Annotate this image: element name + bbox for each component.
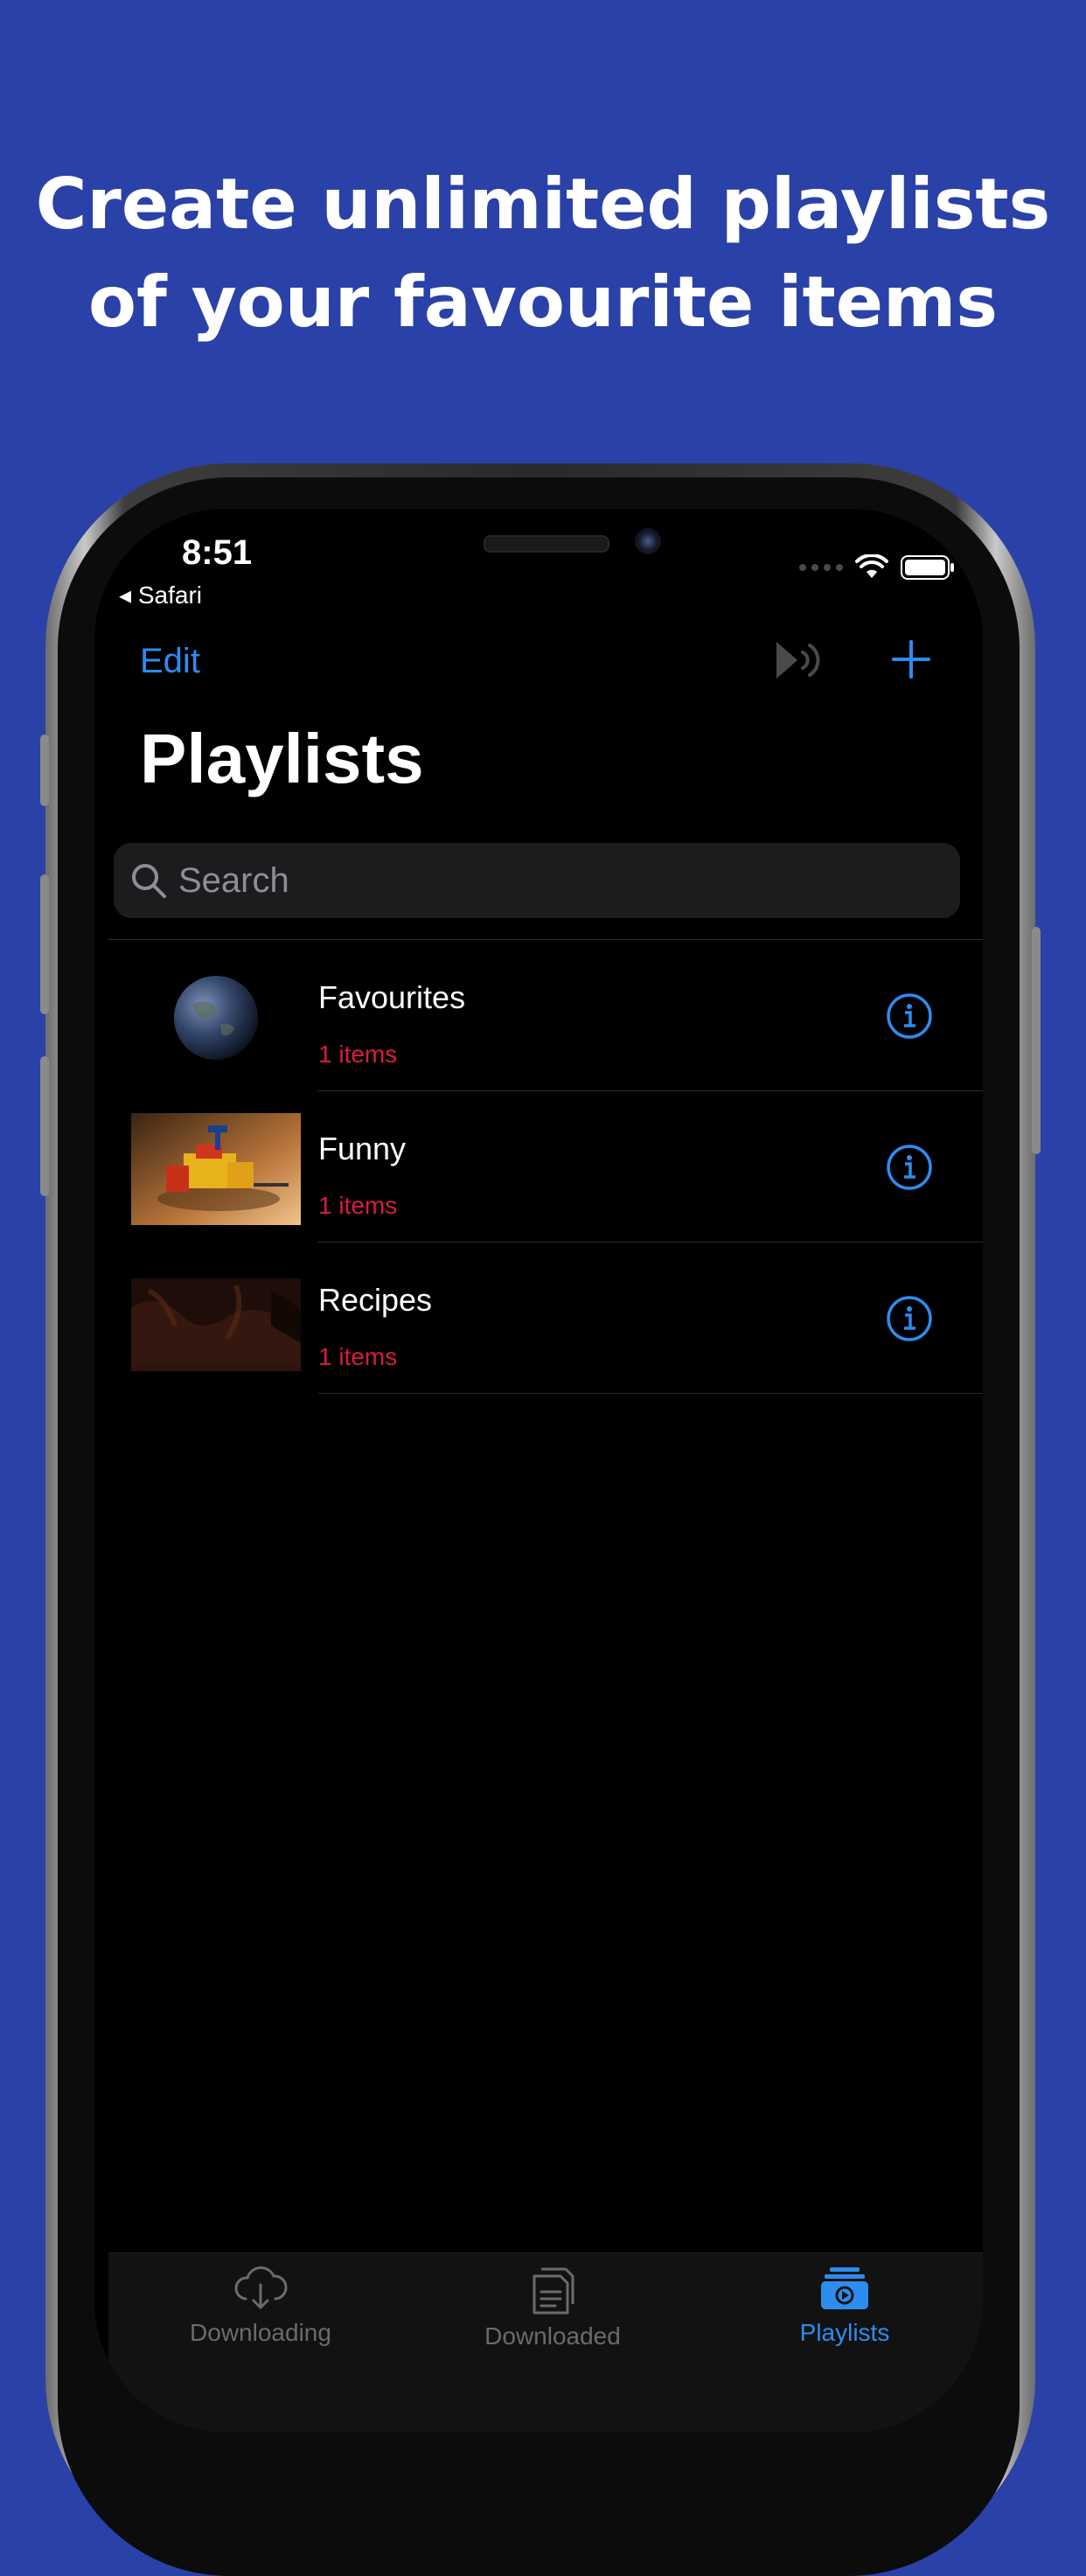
cloud-download-icon	[234, 2266, 288, 2309]
row-separator	[318, 1242, 983, 1243]
playlist-row-recipes[interactable]: Recipes 1 items	[94, 1243, 983, 1394]
playlist-row-favourites[interactable]: Favourites 1 items	[94, 941, 983, 1091]
cellular-signal-icon	[799, 564, 843, 571]
playlist-item-count: 1 items	[318, 1192, 398, 1219]
back-app-label: Safari	[137, 581, 202, 609]
search-icon	[132, 864, 166, 898]
playlist-thumbnail-recipes	[131, 1264, 301, 1376]
earpiece-speaker	[484, 535, 609, 553]
files-icon	[533, 2267, 574, 2315]
tab-label-downloading: Downloading	[190, 2319, 331, 2346]
info-icon[interactable]	[885, 992, 934, 1041]
playlists-icon	[821, 2267, 868, 2309]
playlist-thumbnail-funny	[131, 1113, 301, 1225]
playlist-item-count: 1 items	[318, 1343, 398, 1370]
status-icons	[799, 554, 955, 581]
front-camera	[635, 528, 661, 554]
earth-thumbnail-image	[131, 962, 301, 1074]
wifi-icon	[855, 554, 888, 578]
marketing-headline: Create unlimited playlists of your favou…	[0, 156, 1086, 352]
phone-side-button	[40, 735, 49, 806]
tab-label-playlists: Playlists	[799, 2319, 890, 2346]
phone-volume-down-button	[40, 1056, 49, 1196]
tab-label-downloaded: Downloaded	[484, 2322, 621, 2350]
add-playlist-button[interactable]	[890, 638, 932, 680]
edit-button[interactable]: Edit	[140, 642, 200, 681]
speaker-sound-icon[interactable]	[773, 638, 822, 682]
lego-thumbnail-image	[131, 1113, 301, 1225]
headline-line-2: of your favourite items	[88, 261, 998, 343]
row-separator	[318, 1090, 983, 1091]
playlist-title: Funny	[318, 1131, 407, 1166]
search-input[interactable]	[177, 860, 897, 902]
back-to-app-link[interactable]: ◂ Safari	[119, 581, 202, 609]
page-title: Playlists	[140, 720, 424, 797]
phone-volume-up-button	[40, 874, 49, 1014]
recipe-thumbnail-image	[131, 1264, 301, 1376]
back-triangle-icon: ◂	[119, 581, 132, 609]
playlist-thumbnail-favourites	[131, 962, 301, 1074]
phone-screen: 8:51 ◂ Safari Edit Playlists Search Favo…	[94, 509, 983, 2433]
tab-playlists[interactable]: Playlists	[748, 2264, 941, 2347]
status-time: 8:51	[182, 533, 253, 572]
playlist-title: Favourites	[318, 979, 466, 1015]
tab-bar: Downloading Downloaded Playlists	[108, 2252, 983, 2433]
row-separator	[318, 1393, 983, 1394]
playlist-title: Recipes	[318, 1282, 433, 1318]
list-top-divider	[108, 939, 983, 940]
playlist-row-funny[interactable]: Funny 1 items	[94, 1092, 983, 1243]
phone-power-button	[1032, 927, 1041, 1154]
tab-downloaded[interactable]: Downloaded	[456, 2264, 649, 2350]
tab-downloading[interactable]: Downloading	[164, 2264, 357, 2347]
headline-line-1: Create unlimited playlists	[35, 164, 1051, 245]
playlist-item-count: 1 items	[318, 1041, 398, 1068]
info-icon[interactable]	[885, 1143, 934, 1192]
info-icon[interactable]	[885, 1294, 934, 1343]
battery-icon	[901, 555, 954, 580]
search-bar[interactable]	[114, 843, 960, 918]
